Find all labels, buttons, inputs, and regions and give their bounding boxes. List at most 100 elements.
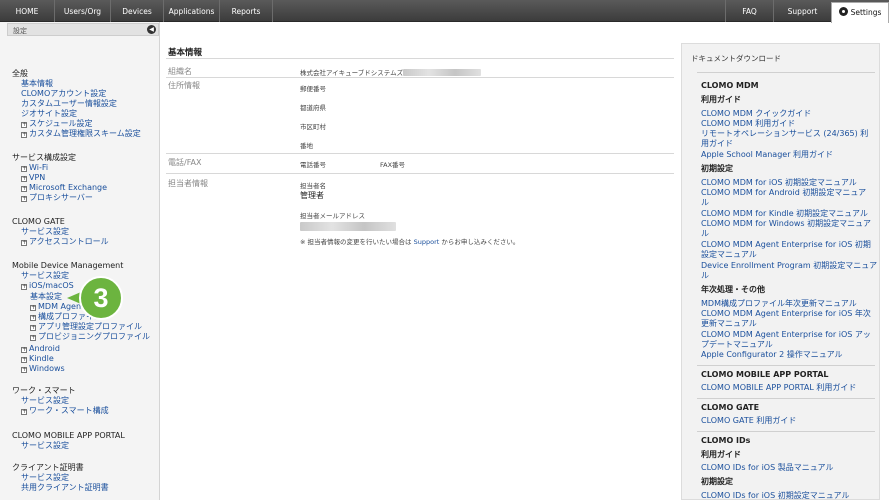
sidebar-item[interactable]: サービス設定: [21, 396, 69, 406]
nav-faq[interactable]: FAQ: [725, 0, 773, 22]
contact-email-value: [300, 222, 396, 232]
expand-icon[interactable]: +: [21, 240, 27, 246]
sidebar-item[interactable]: + プロビジョニングプロファイル: [30, 332, 150, 342]
document-download-link[interactable]: Apple Configurator 2 操作マニュアル: [701, 350, 843, 360]
sidebar-item[interactable]: + アプリ管理設定プロファイル: [30, 322, 142, 332]
document-download-link[interactable]: ル: [701, 229, 709, 239]
nav-applications[interactable]: Applications: [164, 0, 220, 22]
sidebar-item[interactable]: + アクセスコントロール: [21, 237, 109, 247]
document-download-link[interactable]: 設定マニュアル: [701, 250, 757, 260]
sidebar-item[interactable]: + Kindle: [21, 354, 54, 364]
sidebar-item-label: サービス設定: [21, 396, 69, 405]
document-download-link[interactable]: CLOMO MOBILE APP PORTAL 利用ガイド: [701, 383, 856, 393]
sidebar-item-label: Microsoft Exchange: [29, 183, 108, 192]
expand-icon[interactable]: +: [21, 122, 27, 128]
sidebar-item[interactable]: サービス設定: [21, 441, 69, 451]
sidebar-item-label: カスタムユーザー情報設定: [21, 99, 117, 108]
sidebar-item-label: サービス設定: [21, 227, 69, 236]
fax-number-label: FAX番号: [380, 161, 406, 169]
document-section-heading: CLOMO GATE: [701, 403, 760, 412]
document-download-link[interactable]: CLOMO IDs for iOS 製品マニュアル: [701, 463, 833, 473]
sidebar-item[interactable]: CLOMOアカウント設定: [21, 89, 106, 99]
document-download-link[interactable]: CLOMO MDM 利用ガイド: [701, 119, 795, 129]
sidebar-item[interactable]: + ワーク・スマート構成: [21, 406, 109, 416]
sidebar-section-heading: CLOMO MOBILE APP PORTAL: [12, 431, 125, 441]
document-download-link[interactable]: CLOMO MDM for Kindle 初期設定マニュアル: [701, 209, 868, 219]
document-download-link[interactable]: CLOMO MDM Agent Enterprise for iOS 初期: [701, 240, 871, 250]
sidebar-item-label: 基本情報: [21, 79, 53, 88]
document-download-link[interactable]: Apple School Manager 利用ガイド: [701, 150, 833, 160]
sidebar-item-label: ワーク・スマート構成: [29, 406, 109, 415]
sidebar-item-label: VPN: [29, 173, 46, 182]
address-label: 住所情報: [168, 81, 200, 90]
sidebar-item[interactable]: + Android: [21, 344, 60, 354]
sidebar-item[interactable]: 基本情報: [21, 79, 53, 89]
nav-users-org[interactable]: Users/Org: [55, 0, 111, 22]
collapse-sidebar-icon[interactable]: ◀: [147, 25, 156, 34]
document-download-link[interactable]: CLOMO GATE 利用ガイド: [701, 416, 796, 426]
document-download-link[interactable]: 用ガイド: [701, 139, 733, 149]
nav-devices[interactable]: Devices: [111, 0, 164, 22]
sidebar-item-label: 全般: [12, 69, 28, 78]
document-section-heading: 初期設定: [701, 164, 733, 173]
expand-icon[interactable]: +: [21, 357, 27, 363]
sidebar-item[interactable]: サービス設定: [21, 271, 69, 281]
document-section-heading: 利用ガイド: [701, 95, 741, 104]
sidebar-item-label: CLOMO GATE: [12, 217, 65, 226]
expand-icon[interactable]: +: [21, 166, 27, 172]
sidebar-item[interactable]: + カスタム管理権限スキーム設定: [21, 129, 141, 139]
nav-support[interactable]: Support: [773, 0, 831, 22]
document-download-link[interactable]: リモートオペレーションサービス (24/365) 利: [701, 129, 868, 139]
sidebar-item[interactable]: + iOS/macOS: [21, 281, 74, 291]
document-download-link[interactable]: プデートマニュアル: [701, 340, 773, 350]
expand-icon[interactable]: +: [21, 176, 27, 182]
sidebar-item-label: サービス設定: [21, 473, 69, 482]
document-section-heading: 利用ガイド: [701, 450, 741, 459]
expand-icon[interactable]: +: [21, 367, 27, 373]
expand-icon[interactable]: +: [21, 186, 27, 192]
sidebar-item[interactable]: + VPN: [21, 173, 45, 183]
sidebar-item-label: CLOMO MOBILE APP PORTAL: [12, 431, 125, 440]
document-download-link[interactable]: ル: [701, 271, 709, 281]
expand-icon[interactable]: +: [30, 325, 36, 331]
document-download-link[interactable]: CLOMO MDM for iOS 初期設定マニュアル: [701, 178, 857, 188]
sidebar-item[interactable]: + Wi-Fi: [21, 163, 48, 173]
sidebar-item[interactable]: + スケジュール設定: [21, 119, 92, 129]
contact-name-label: 担当者名: [300, 182, 326, 190]
document-download-link[interactable]: CLOMO MDM クイックガイド: [701, 109, 811, 119]
nav-home[interactable]: HOME: [0, 0, 55, 22]
sidebar-item[interactable]: サービス設定: [21, 473, 69, 483]
support-link[interactable]: Support: [414, 238, 440, 246]
expand-icon[interactable]: +: [30, 315, 36, 321]
document-download-link[interactable]: MDM構成プロファイル年次更新マニュアル: [701, 299, 857, 309]
divider: [697, 72, 875, 73]
document-download-link[interactable]: CLOMO MDM Agent Enterprise for iOS 年次: [701, 309, 871, 319]
nav-reports[interactable]: Reports: [220, 0, 273, 22]
expand-icon[interactable]: +: [21, 284, 27, 290]
document-download-link[interactable]: CLOMO MDM for Windows 初期設定マニュア: [701, 219, 871, 229]
divider: [166, 153, 674, 154]
expand-icon[interactable]: +: [21, 409, 27, 415]
expand-icon[interactable]: +: [30, 305, 36, 311]
expand-icon[interactable]: +: [21, 132, 27, 138]
nav-settings-tab[interactable]: Settings: [831, 2, 889, 23]
document-download-link[interactable]: 更新マニュアル: [701, 319, 757, 329]
sidebar-item[interactable]: + Microsoft Exchange: [21, 183, 107, 193]
expand-icon[interactable]: +: [30, 335, 36, 341]
document-download-link[interactable]: ル: [701, 198, 709, 208]
document-section-heading: 年次処理・その他: [701, 285, 765, 294]
document-download-title: ドキュメントダウンロード: [691, 54, 781, 63]
expand-icon[interactable]: +: [21, 347, 27, 353]
document-download-link[interactable]: CLOMO MDM for Android 初期設定マニュア: [701, 188, 866, 198]
sidebar-item[interactable]: カスタムユーザー情報設定: [21, 99, 117, 109]
sidebar-item[interactable]: + プロキシサーバー: [21, 193, 93, 203]
document-download-link[interactable]: Device Enrollment Program 初期設定マニュア: [701, 261, 877, 271]
sidebar-item[interactable]: 共用クライアント証明書: [21, 483, 109, 493]
sidebar-item[interactable]: サービス設定: [21, 227, 69, 237]
sidebar-item[interactable]: + Windows: [21, 364, 65, 374]
expand-icon[interactable]: +: [21, 196, 27, 202]
document-download-link[interactable]: CLOMO MDM Agent Enterprise for iOS アッ: [701, 330, 871, 340]
redacted-email: [300, 222, 396, 231]
sidebar-item[interactable]: ジオサイト設定: [21, 109, 77, 119]
sidebar-item[interactable]: 基本設定: [30, 292, 62, 302]
